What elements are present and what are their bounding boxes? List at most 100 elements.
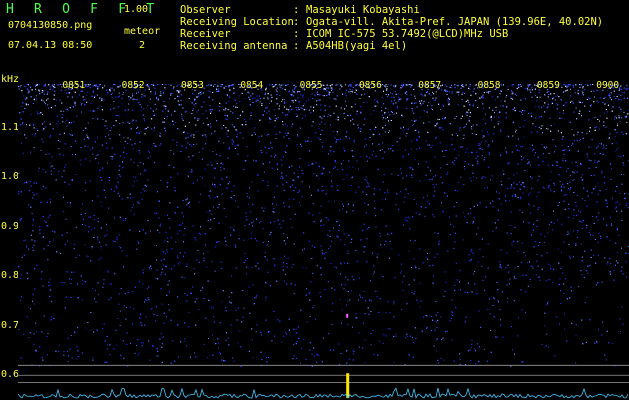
noise-pixel	[50, 173, 52, 175]
noise-pixel	[579, 110, 581, 112]
noise-pixel	[20, 117, 22, 119]
noise-pixel	[52, 89, 54, 91]
noise-pixel	[235, 200, 236, 202]
noise-pixel	[575, 362, 577, 364]
noise-pixel	[139, 152, 141, 154]
noise-pixel	[92, 288, 94, 289]
noise-pixel	[288, 198, 290, 200]
noise-pixel	[626, 122, 628, 123]
noise-pixel	[320, 205, 322, 207]
noise-pixel	[295, 328, 297, 330]
noise-pixel	[280, 177, 282, 179]
noise-pixel	[196, 131, 198, 133]
noise-pixel	[402, 116, 403, 117]
noise-pixel	[616, 142, 618, 144]
noise-pixel	[499, 192, 500, 194]
noise-pixel	[271, 84, 273, 86]
noise-pixel	[427, 105, 428, 107]
noise-pixel	[20, 85, 22, 87]
noise-pixel	[263, 171, 265, 173]
noise-pixel	[581, 198, 583, 199]
y-tick-label: 0.9	[1, 220, 20, 232]
info-colon: :	[293, 40, 300, 52]
noise-pixel	[58, 351, 60, 352]
noise-pixel	[110, 127, 112, 129]
noise-pixel	[170, 150, 172, 151]
noise-pixel	[391, 248, 393, 250]
noise-pixel	[49, 278, 51, 280]
noise-pixel	[440, 167, 441, 169]
noise-pixel	[469, 177, 471, 179]
noise-pixel	[145, 170, 147, 172]
noise-pixel	[261, 135, 263, 137]
noise-pixel	[443, 359, 445, 361]
noise-pixel	[87, 122, 89, 124]
noise-pixel	[281, 341, 283, 343]
noise-pixel	[469, 349, 471, 351]
noise-pixel	[276, 87, 278, 89]
noise-pixel	[140, 131, 142, 133]
noise-pixel	[41, 188, 43, 190]
noise-pixel	[239, 330, 241, 332]
noise-pixel	[32, 246, 34, 248]
noise-pixel	[472, 124, 474, 126]
noise-pixel	[159, 136, 161, 137]
noise-pixel	[165, 106, 167, 108]
noise-pixel	[406, 132, 408, 134]
noise-pixel	[276, 164, 278, 166]
noise-pixel	[302, 267, 304, 269]
noise-pixel	[196, 356, 198, 358]
noise-pixel	[436, 326, 438, 328]
noise-pixel	[517, 250, 519, 252]
noise-pixel	[85, 327, 87, 329]
noise-pixel	[182, 119, 184, 121]
noise-pixel	[49, 162, 51, 164]
noise-pixel	[378, 340, 380, 342]
noise-pixel	[126, 255, 128, 257]
noise-pixel	[243, 307, 245, 309]
noise-pixel	[125, 306, 127, 308]
noise-pixel	[129, 122, 131, 124]
noise-pixel	[388, 84, 390, 86]
noise-pixel	[84, 244, 86, 246]
noise-pixel	[408, 250, 410, 252]
noise-pixel	[199, 234, 201, 235]
noise-pixel	[440, 316, 442, 318]
noise-pixel	[209, 105, 211, 107]
noise-pixel	[116, 344, 118, 346]
noise-pixel	[319, 212, 321, 214]
noise-pixel	[128, 98, 130, 100]
noise-pixel	[335, 118, 337, 120]
noise-pixel	[576, 134, 578, 136]
noise-pixel	[81, 299, 83, 301]
noise-pixel	[562, 158, 564, 160]
noise-pixel	[291, 226, 293, 228]
noise-pixel	[619, 120, 621, 122]
noise-pixel	[475, 363, 477, 365]
noise-pixel	[172, 340, 174, 342]
noise-pixel	[525, 255, 527, 257]
noise-pixel	[471, 128, 472, 130]
noise-pixel	[433, 216, 435, 218]
noise-pixel	[18, 329, 20, 331]
noise-pixel	[522, 145, 523, 147]
noise-pixel	[119, 123, 121, 124]
noise-pixel	[344, 100, 346, 102]
noise-pixel	[528, 112, 530, 114]
noise-pixel	[561, 189, 563, 191]
noise-pixel	[65, 164, 67, 166]
noise-pixel	[21, 105, 23, 107]
noise-pixel	[462, 239, 464, 241]
noise-pixel	[590, 90, 592, 92]
noise-pixel	[118, 293, 120, 295]
noise-pixel	[365, 144, 367, 146]
noise-pixel	[44, 120, 45, 122]
noise-pixel	[75, 174, 77, 175]
noise-pixel	[297, 135, 299, 137]
noise-pixel	[202, 113, 204, 115]
noise-pixel	[223, 109, 225, 111]
noise-pixel	[524, 187, 526, 189]
noise-pixel	[419, 306, 421, 308]
noise-pixel	[606, 145, 608, 147]
noise-pixel	[535, 274, 537, 276]
